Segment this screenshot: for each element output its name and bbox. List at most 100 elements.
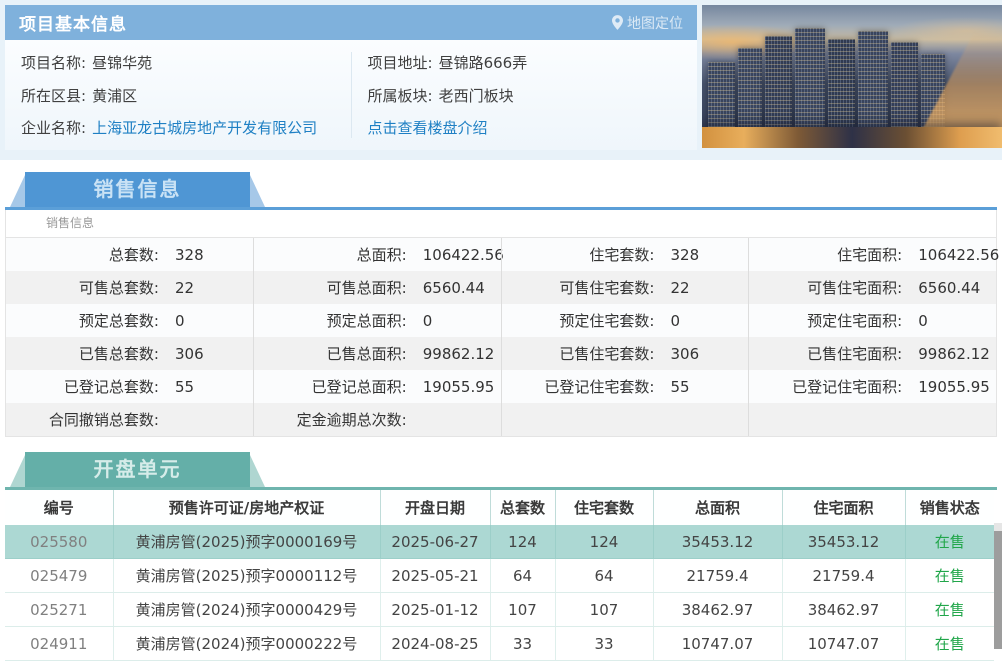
cell-total-area: 10747.07	[652, 626, 782, 661]
sales-cell: 总面积: 106422.56	[252, 238, 504, 271]
col-header-status: 销售状态	[904, 490, 994, 525]
cell-res-area: 21759.4	[781, 558, 905, 593]
sales-label: 住宅面积:	[837, 246, 903, 264]
cell-id: 025580	[5, 525, 113, 559]
sales-value: 328	[174, 245, 204, 264]
status-badge: 在售	[904, 558, 994, 593]
cell-license: 黄浦房管(2024)预字0000222号	[112, 626, 380, 661]
plate-row: 所属板块: 老西门板块	[368, 85, 698, 106]
sales-value: 99862.12	[918, 344, 990, 363]
sales-cell: 可售总面积: 6560.44	[252, 271, 501, 304]
opening-row[interactable]: 025479 黄浦房管(2025)预字0000112号 2025-05-21 6…	[5, 558, 994, 593]
sales-value: 19055.95	[422, 377, 495, 396]
sales-label: 可售住宅面积:	[807, 279, 903, 297]
photo-building	[738, 47, 762, 128]
sales-label: 预定住宅套数:	[559, 312, 655, 330]
sales-row: 预定总套数: 0 预定总面积: 0 预定住宅套数: 0 预定住宅面积: 0	[6, 304, 996, 337]
sales-info-table: 销售信息 总套数: 328 总面积: 106422.56 住宅套数: 328 住宅面积…	[5, 210, 1000, 437]
cell-total-units: 33	[489, 626, 555, 661]
cell-total-area: 35453.12	[652, 525, 782, 559]
sales-label: 预定住宅面积:	[807, 312, 903, 330]
table-scrollbar[interactable]	[994, 523, 1002, 649]
opening-units-table: 编号 预售许可证/房地产权证 开盘日期 总套数 住宅套数 总面积 住宅面积 销售…	[5, 490, 994, 661]
cell-total-units: 107	[489, 592, 555, 627]
project-photo	[702, 5, 1002, 148]
sales-value: 0	[670, 311, 681, 330]
photo-foreground-road	[702, 126, 1002, 148]
tab-sales-info[interactable]: 销售信息	[10, 172, 265, 207]
district-value: 黄浦区	[92, 86, 138, 105]
intro-row: 点击查看楼盘介绍	[368, 117, 698, 138]
sales-info-sublabel: 销售信息	[6, 210, 996, 238]
cell-date: 2025-01-12	[379, 592, 490, 627]
map-locate-link[interactable]: 地图定位	[612, 13, 683, 33]
cell-date: 2025-06-27	[379, 525, 490, 559]
sales-cell: 住宅面积: 106422.56	[748, 238, 1000, 271]
photo-building	[708, 62, 735, 128]
sales-label: 已售总套数:	[78, 345, 159, 363]
company-link[interactable]: 上海亚龙古城房地产开发有限公司	[92, 119, 317, 137]
company-label: 企业名称:	[21, 119, 87, 137]
sales-value: 55	[670, 377, 690, 396]
cell-res-area: 38462.97	[781, 592, 905, 627]
sales-value: 55	[174, 377, 195, 396]
opening-row[interactable]: 024911 黄浦房管(2024)预字0000222号 2024-08-25 3…	[5, 626, 994, 661]
sales-cell: 已售总面积: 99862.12	[252, 337, 501, 370]
sales-value: 0	[422, 311, 433, 330]
scrollbar-thumb[interactable]	[994, 531, 1002, 649]
project-info-right-column: 项目地址: 昼锦路666弄 所属板块: 老西门板块 点击查看楼盘介绍	[350, 52, 698, 138]
cell-res-area: 35453.12	[781, 525, 905, 559]
project-info-panel: 项目名称: 昼锦华苑 所在区县: 黄浦区 企业名称: 上海亚龙古城房地产开发有限公司 …	[5, 40, 697, 150]
sales-label: 已售总面积:	[326, 345, 407, 363]
tab-opening-units[interactable]: 开盘单元	[10, 452, 265, 487]
sales-cell: 已登记总套数: 55	[6, 370, 253, 403]
photo-building	[858, 30, 888, 128]
sales-value: 106422.56	[918, 245, 1000, 264]
cell-id: 025271	[5, 592, 113, 627]
sales-label: 合同撤销总套数:	[48, 411, 159, 429]
sales-row: 可售总套数: 22 可售总面积: 6560.44 可售住宅套数: 22 可售住宅面积:…	[6, 271, 996, 304]
status-badge: 在售	[904, 592, 994, 627]
sales-cell: 已登记总面积: 19055.95	[252, 370, 501, 403]
sales-value: 106422.56	[422, 245, 504, 264]
sales-cell: 可售住宅套数: 22	[500, 271, 749, 304]
view-intro-link[interactable]: 点击查看楼盘介绍	[368, 119, 488, 137]
cell-license: 黄浦房管(2024)预字0000429号	[112, 592, 380, 627]
section-header-bar: 项目基本信息 地图定位	[5, 5, 697, 40]
cell-res-units: 64	[554, 558, 653, 593]
cell-total-area: 21759.4	[652, 558, 782, 593]
photo-building	[828, 39, 855, 128]
plate-value: 老西门板块	[438, 86, 514, 105]
sales-row: 合同撤销总套数: 定金逾期总次数:	[6, 403, 996, 436]
map-locate-label: 地图定位	[627, 15, 683, 32]
cell-license: 黄浦房管(2025)预字0000112号	[112, 558, 380, 593]
sales-cell: 可售住宅面积: 6560.44	[748, 271, 996, 304]
sales-row: 已售总套数: 306 已售总面积: 99862.12 已售住宅套数: 306 已售住宅…	[6, 337, 996, 370]
cell-total-units: 64	[489, 558, 555, 593]
sales-value: 6560.44	[918, 278, 981, 297]
status-badge: 在售	[904, 626, 994, 661]
address-value: 昼锦路666弄	[438, 54, 528, 72]
opening-row[interactable]: 025271 黄浦房管(2024)预字0000429号 2025-01-12 1…	[5, 592, 994, 627]
sales-label: 已售住宅面积:	[807, 345, 903, 363]
photo-building	[891, 42, 918, 128]
sales-row: 已登记总套数: 55 已登记总面积: 19055.95 已登记住宅套数: 55 已登记…	[6, 370, 996, 403]
address-row: 项目地址: 昼锦路666弄	[368, 52, 698, 73]
sales-label: 总面积:	[356, 246, 407, 264]
sales-label: 已登记住宅套数:	[544, 378, 655, 396]
sales-cell: 预定住宅套数: 0	[500, 304, 749, 337]
project-name-label: 项目名称:	[21, 54, 87, 72]
sales-value: 0	[174, 311, 185, 330]
opening-row-selected[interactable]: 025580 黄浦房管(2025)预字0000169号 2025-06-27 1…	[5, 525, 994, 559]
project-info-left-column: 项目名称: 昼锦华苑 所在区县: 黄浦区 企业名称: 上海亚龙古城房地产开发有限公司	[5, 52, 351, 138]
company-row: 企业名称: 上海亚龙古城房地产开发有限公司	[21, 117, 351, 138]
cell-res-units: 107	[554, 592, 653, 627]
sales-label: 住宅套数:	[589, 246, 655, 264]
project-name-row: 项目名称: 昼锦华苑	[21, 52, 351, 73]
sales-label: 可售总面积:	[326, 279, 407, 297]
sales-label: 已登记住宅面积:	[792, 378, 903, 396]
col-header-total-area: 总面积	[652, 490, 782, 525]
sales-info-section: 销售信息 销售信息 总套数: 328 总面积: 106422.56 住宅套数: 328…	[0, 172, 1002, 437]
sales-cell: 住宅套数: 328	[500, 238, 749, 271]
sales-cell	[748, 403, 996, 436]
